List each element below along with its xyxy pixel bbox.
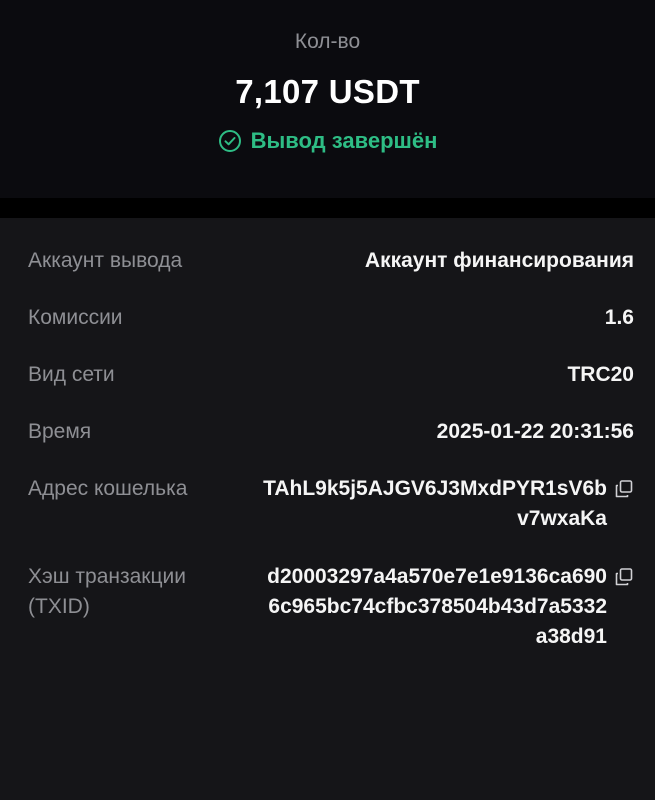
- copy-icon[interactable]: [614, 567, 634, 587]
- detail-label: Адрес кошелька: [28, 477, 188, 500]
- status-badge: Вывод завершён: [0, 128, 655, 154]
- detail-value: 2025-01-22 20:31:56: [436, 420, 634, 443]
- detail-label: Хэш транзакции (TXID): [28, 565, 186, 618]
- detail-value: Аккаунт финансирования: [364, 249, 634, 272]
- amount-label: Кол-во: [294, 30, 361, 53]
- section-divider: [0, 198, 655, 218]
- status-text: Вывод завершён: [250, 128, 438, 153]
- copy-icon[interactable]: [614, 479, 634, 499]
- detail-label: Аккаунт вывода: [28, 249, 183, 272]
- amount-value: 7,107 USDT: [235, 73, 420, 110]
- wallet-address-value: TAhL9k5j5AJGV6J3MxdPYR1sV6bv7wxaKa: [263, 477, 607, 530]
- withdrawal-summary: Кол-во 7,107 USDT Вывод завершён: [0, 0, 655, 198]
- detail-value: 1.6: [604, 306, 634, 329]
- withdrawal-details: Аккаунт вывода Аккаунт финансирования Ко…: [0, 218, 655, 800]
- detail-label: Комиссии: [28, 306, 123, 329]
- check-circle-icon: [218, 129, 242, 153]
- detail-value: TRC20: [567, 363, 634, 386]
- txid-value: d20003297a4a570e7e1e9136ca6906c965bc74cf…: [267, 565, 607, 648]
- detail-label: Время: [28, 420, 92, 443]
- detail-label: Вид сети: [28, 363, 115, 386]
